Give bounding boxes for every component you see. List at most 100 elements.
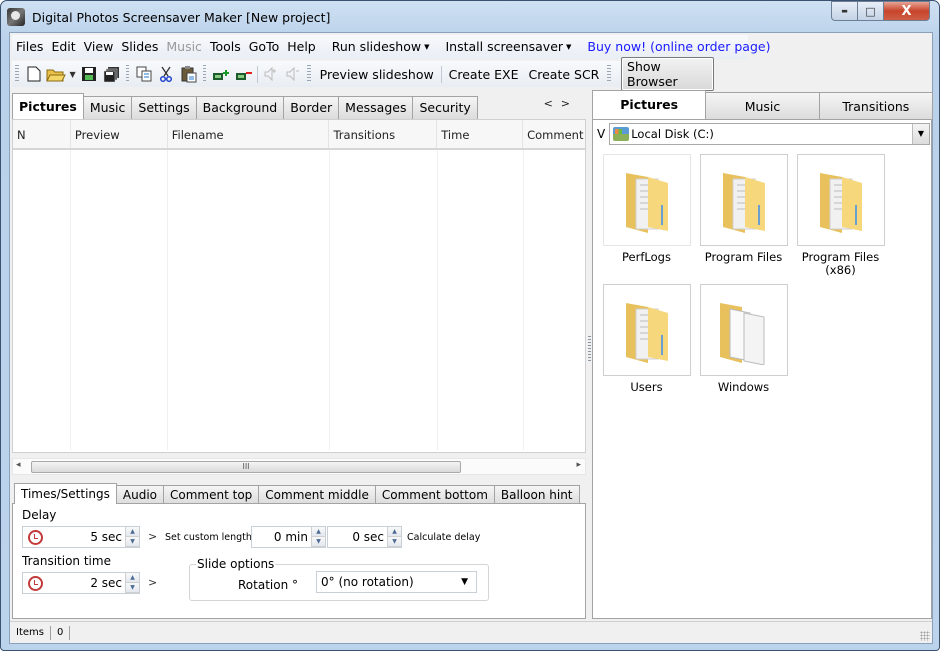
- column-n[interactable]: N: [13, 120, 71, 148]
- transition-time-value[interactable]: 2 sec: [43, 576, 125, 590]
- tab-audio[interactable]: Audio: [115, 485, 164, 504]
- open-dropdown-icon[interactable]: ▼: [68, 63, 77, 85]
- toolbar-grip[interactable]: [202, 65, 207, 83]
- minimize-button[interactable]: ▬: [831, 1, 858, 21]
- column-time[interactable]: Time: [437, 120, 524, 148]
- menu-slides[interactable]: Slides: [117, 35, 162, 59]
- horizontal-scrollbar[interactable]: ◂ III ▸: [12, 458, 586, 475]
- folder-item[interactable]: PerfLogs: [598, 154, 695, 284]
- folder-icon: [722, 173, 765, 233]
- folder-item[interactable]: Program Files (x86): [792, 154, 889, 284]
- save-all-icon[interactable]: [101, 63, 121, 85]
- menu-view[interactable]: View: [80, 35, 118, 59]
- slides-grid[interactable]: N Preview Filename Transitions Time Comm…: [12, 119, 586, 453]
- folder-item[interactable]: Users: [598, 284, 695, 414]
- tab-border[interactable]: Border: [283, 96, 340, 119]
- browser-tab-pictures[interactable]: Pictures: [592, 90, 707, 119]
- custom-min-spinner[interactable]: 0 min ▲ ▼: [251, 526, 326, 548]
- column-transitions[interactable]: Transitions: [329, 120, 438, 148]
- install-screensaver-menu[interactable]: Install screensaver ▼: [441, 35, 575, 59]
- cut-icon[interactable]: [156, 63, 176, 85]
- tab-comment-top[interactable]: Comment top: [163, 485, 260, 504]
- browser-tab-music[interactable]: Music: [705, 92, 820, 119]
- spin-down-icon[interactable]: ▼: [312, 537, 325, 547]
- column-preview[interactable]: Preview: [71, 120, 168, 148]
- custom-min-value[interactable]: 0 min: [252, 530, 311, 544]
- column-filename[interactable]: Filename: [168, 120, 330, 148]
- delay-more-button[interactable]: >: [148, 530, 157, 543]
- chevron-down-icon[interactable]: ▼: [912, 124, 929, 144]
- create-exe-button[interactable]: Create EXE: [444, 67, 524, 82]
- tab-messages[interactable]: Messages: [338, 96, 414, 119]
- tab-comment-middle[interactable]: Comment middle: [258, 485, 376, 504]
- close-button[interactable]: X: [884, 1, 930, 21]
- custom-sec-value[interactable]: 0 sec: [328, 530, 387, 544]
- run-slideshow-menu[interactable]: Run slideshow ▼: [328, 35, 434, 59]
- scroll-left-arrow-icon[interactable]: ◂: [16, 460, 21, 470]
- menu-edit[interactable]: Edit: [47, 35, 79, 59]
- transition-more-button[interactable]: >: [148, 576, 157, 589]
- tab-music[interactable]: Music: [82, 96, 133, 119]
- folder-name: PerfLogs: [622, 250, 671, 264]
- copy-icon[interactable]: [134, 63, 154, 85]
- folder-item[interactable]: Windows: [695, 284, 792, 414]
- spin-up-icon[interactable]: ▲: [126, 573, 139, 583]
- minimize-icon: ▬: [841, 7, 848, 15]
- toolbar-grip[interactable]: [15, 65, 19, 83]
- tab-settings[interactable]: Settings: [131, 96, 197, 119]
- transition-time-spinner[interactable]: 2 sec ▲ ▼: [22, 572, 140, 594]
- save-icon[interactable]: [79, 63, 99, 85]
- paste-icon[interactable]: [179, 63, 199, 85]
- tab-scroll-left-button[interactable]: <: [544, 97, 561, 110]
- spin-down-icon[interactable]: ▼: [388, 537, 401, 547]
- app-icon: [7, 8, 25, 26]
- create-scr-button[interactable]: Create SCR: [524, 67, 605, 82]
- spin-up-icon[interactable]: ▲: [126, 527, 139, 537]
- maximize-button[interactable]: □: [858, 1, 884, 21]
- tab-pictures[interactable]: Pictures: [12, 93, 84, 119]
- folder-icon: [625, 303, 668, 363]
- open-folder-icon[interactable]: [46, 63, 66, 85]
- preview-slideshow-button[interactable]: Preview slideshow: [315, 67, 439, 82]
- scroll-right-arrow-icon[interactable]: ▸: [576, 460, 581, 470]
- buy-now-link[interactable]: Buy now! (online order page): [583, 35, 774, 59]
- folder-name: Program Files (x86): [801, 250, 880, 277]
- drive-value: Local Disk (C:): [631, 127, 714, 141]
- delay-label: Delay: [22, 508, 57, 522]
- delay-spinner[interactable]: 5 sec ▲ ▼: [22, 526, 140, 548]
- tab-times-settings[interactable]: Times/Settings: [14, 483, 117, 504]
- menu-help[interactable]: Help: [283, 35, 320, 59]
- menu-goto[interactable]: GoTo: [245, 35, 284, 59]
- rotation-select[interactable]: 0° (no rotation) ▼: [316, 571, 477, 593]
- spin-up-icon[interactable]: ▲: [312, 527, 325, 537]
- add-slide-icon[interactable]: [211, 63, 231, 85]
- calculate-delay-button[interactable]: Calculate delay: [407, 532, 480, 543]
- toolbar-grip[interactable]: [125, 65, 130, 83]
- show-browser-button[interactable]: Show Browser: [621, 57, 715, 91]
- spin-up-icon[interactable]: ▲: [388, 527, 401, 537]
- tab-security[interactable]: Security: [412, 96, 478, 119]
- tab-comment-bottom[interactable]: Comment bottom: [374, 485, 495, 504]
- view-toggle-button[interactable]: V: [593, 127, 609, 141]
- install-screensaver-label: Install screensaver: [445, 39, 564, 54]
- scrollbar-thumb[interactable]: III: [31, 461, 461, 473]
- resize-grip[interactable]: [920, 631, 930, 641]
- toolbar-grip[interactable]: [307, 65, 311, 83]
- spin-down-icon[interactable]: ▼: [126, 583, 139, 593]
- dropdown-arrow-icon: ▼: [424, 43, 430, 51]
- folder-item[interactable]: Program Files: [695, 154, 792, 284]
- menu-tools[interactable]: Tools: [206, 35, 245, 59]
- tab-background[interactable]: Background: [195, 96, 285, 119]
- new-file-icon[interactable]: [24, 63, 44, 85]
- custom-sec-spinner[interactable]: 0 sec ▲ ▼: [327, 526, 402, 548]
- toolbar-grip[interactable]: [607, 65, 612, 83]
- remove-slide-icon[interactable]: [234, 63, 254, 85]
- delay-value[interactable]: 5 sec: [43, 530, 125, 544]
- browser-tab-transitions[interactable]: Transitions: [818, 92, 933, 119]
- tab-balloon-hint[interactable]: Balloon hint: [493, 485, 580, 504]
- drive-select[interactable]: Local Disk (C:) ▼: [609, 123, 930, 145]
- menu-files[interactable]: Files: [12, 35, 47, 59]
- column-comment[interactable]: Comment: [523, 120, 585, 148]
- tab-scroll-right-button[interactable]: >: [561, 97, 578, 110]
- spin-down-icon[interactable]: ▼: [126, 537, 139, 547]
